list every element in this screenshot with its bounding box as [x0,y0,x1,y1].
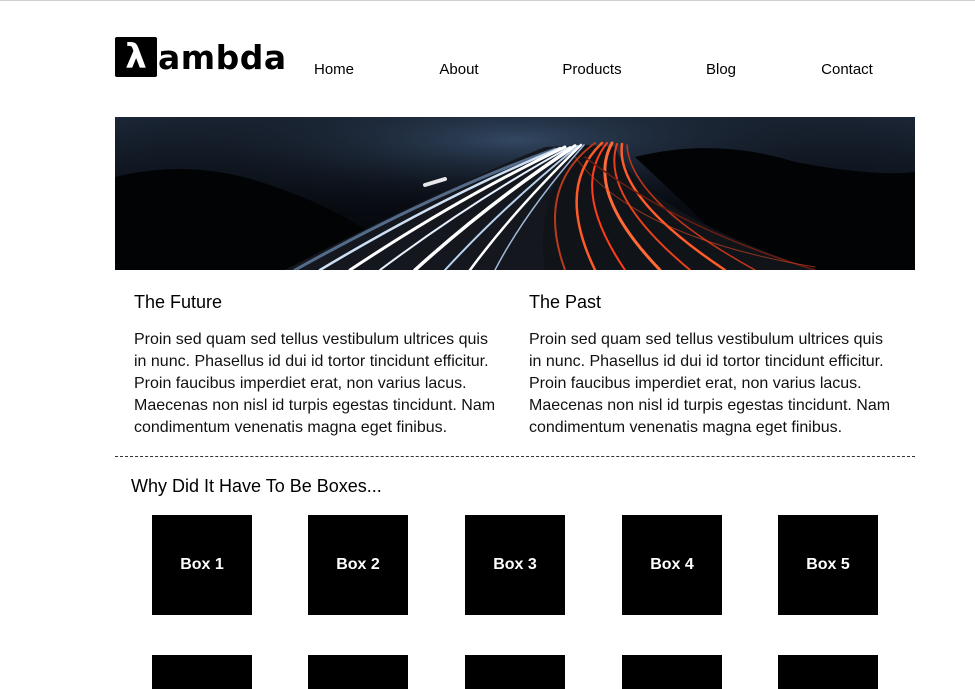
box-3: Box 3 [465,515,565,615]
box-9 [622,655,722,689]
window-top-border [0,0,975,1]
column-title: The Past [529,292,602,312]
column-title: The Future [134,292,223,312]
highway-light-trails-icon [115,117,915,270]
box-4: Box 4 [622,515,722,615]
box-6 [152,655,252,689]
box-10 [778,655,878,689]
box-2: Box 2 [308,515,408,615]
box-1: Box 1 [152,515,252,615]
boxes-section-title: Why Did It Have To Be Boxes... [131,476,382,496]
box-5: Box 5 [778,515,878,615]
column-future: The Future Proin sed quam sed tellus ves… [134,292,504,439]
section-divider [115,456,915,457]
box-7 [308,655,408,689]
main-nav: Home About Products Blog Contact [0,61,975,81]
column-past: The Past Proin sed quam sed tellus vesti… [529,292,899,439]
nav-link-home[interactable]: Home [314,61,354,78]
column-body: Proin sed quam sed tellus vestibulum ult… [134,331,496,436]
hero-image [115,117,915,270]
nav-link-contact[interactable]: Contact [821,61,873,78]
box-8 [465,655,565,689]
nav-link-about[interactable]: About [439,61,478,78]
nav-link-products[interactable]: Products [562,61,621,78]
column-body: Proin sed quam sed tellus vestibulum ult… [529,331,891,436]
nav-link-blog[interactable]: Blog [706,61,736,78]
